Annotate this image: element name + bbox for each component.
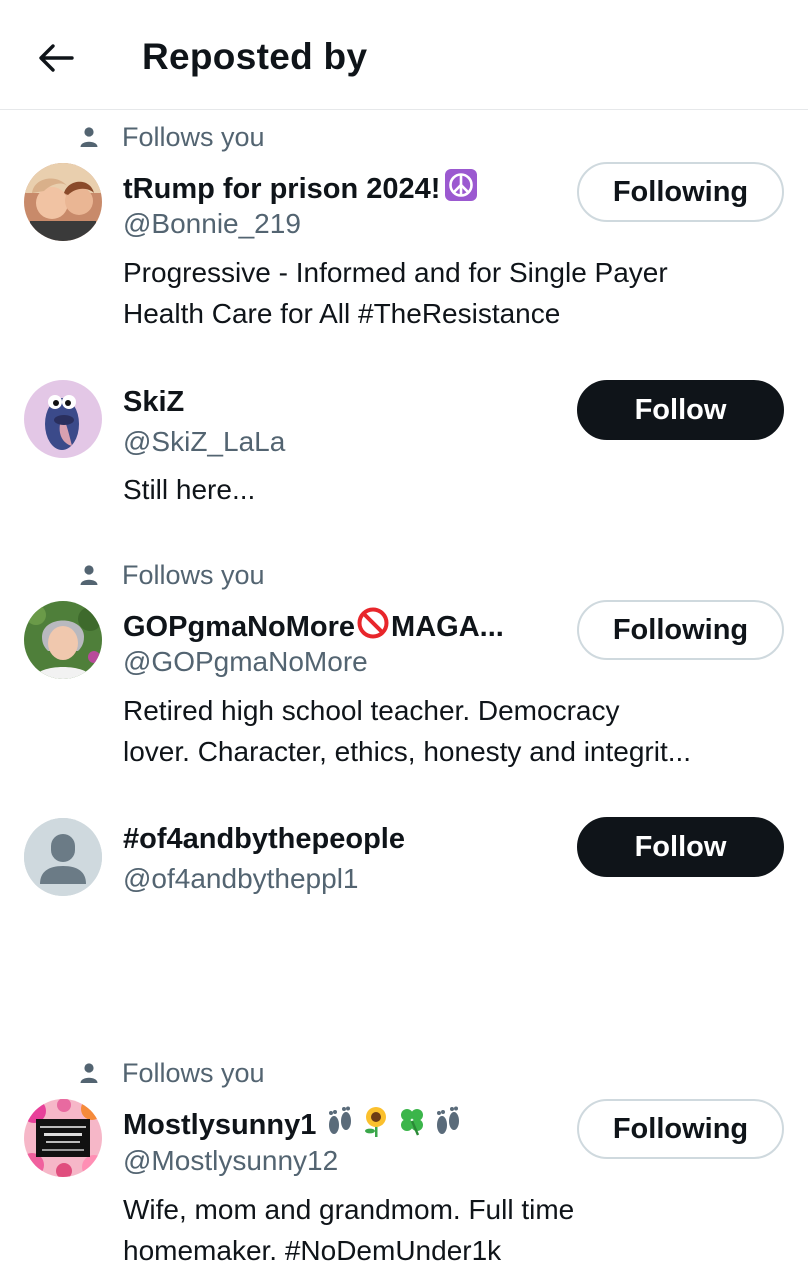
- user-bio: Progressive - Informed and for Single Pa…: [123, 257, 668, 329]
- follows-you-label: Follows you: [122, 559, 265, 590]
- user-row[interactable]: Follows you GOPgmaNoMore MAGA... @GOPgma…: [0, 549, 808, 769]
- display-name-text: #of4andbythepeople: [123, 823, 405, 855]
- avatar[interactable]: [24, 601, 102, 679]
- avatar[interactable]: [24, 163, 102, 241]
- following-button[interactable]: Following: [577, 1099, 784, 1159]
- follows-you-label: Follows you: [122, 121, 265, 152]
- username-handle: @Bonnie_219: [123, 208, 301, 239]
- username-handle: @SkiZ_LaLa: [123, 426, 286, 457]
- display-name[interactable]: Mostlysunny1: [123, 1105, 464, 1145]
- arrow-left-icon: [39, 44, 74, 72]
- username-handle: @Mostlysunny12: [123, 1145, 339, 1176]
- person-icon: [80, 565, 98, 585]
- display-name-text: tRump for prison 2024!: [123, 172, 441, 205]
- username-handle: @of4andbytheppl1: [123, 863, 359, 894]
- avatar[interactable]: [24, 1099, 102, 1177]
- back-button[interactable]: [24, 26, 88, 90]
- follow-button[interactable]: Follow: [577, 817, 784, 877]
- user-bio: Wife, mom and grandmom. Full time homema…: [123, 1194, 575, 1266]
- user-row[interactable]: Follows you Mostlysunny1 @Mostlysunny12 …: [0, 937, 808, 1266]
- footprints-icon: [324, 1105, 356, 1145]
- display-name[interactable]: SkiZ: [123, 386, 184, 419]
- page-title: Reposted by: [142, 36, 368, 77]
- username-handle: @GOPgmaNoMore: [123, 646, 368, 677]
- follows-you-indicator: Follows you: [78, 559, 265, 591]
- default-profile-icon: [24, 818, 102, 896]
- following-button[interactable]: Following: [577, 162, 784, 222]
- follows-you-indicator: Follows you: [78, 121, 265, 153]
- display-name[interactable]: GOPgmaNoMore MAGA...: [123, 606, 504, 648]
- display-name-text: SkiZ: [123, 386, 185, 418]
- follow-button[interactable]: Follow: [577, 380, 784, 440]
- display-name-text: GOPgmaNoMore: [123, 610, 356, 643]
- display-name-text: Mostlysunny1: [123, 1108, 317, 1141]
- sunflower-icon: [360, 1105, 392, 1145]
- default-avatar[interactable]: [24, 818, 102, 896]
- four-leaf-clover-icon: [396, 1105, 428, 1145]
- person-icon: [80, 1063, 98, 1083]
- display-name[interactable]: #of4andbythepeople: [123, 823, 405, 856]
- user-row[interactable]: Follows you tRump for prison 2024! @Bonn…: [0, 111, 808, 331]
- person-icon: [80, 127, 98, 147]
- follows-you-indicator: Follows you: [78, 1057, 265, 1089]
- peace-symbol-icon: [444, 168, 478, 210]
- user-row[interactable]: SkiZ @SkiZ_LaLa Still here... Follow: [0, 376, 808, 516]
- following-button[interactable]: Following: [577, 600, 784, 660]
- footprints-icon: [432, 1105, 464, 1145]
- display-name-suffix: MAGA...: [391, 610, 504, 643]
- follows-you-label: Follows you: [122, 1057, 265, 1088]
- user-bio: Retired high school teacher. Democracy l…: [123, 695, 692, 767]
- display-name[interactable]: tRump for prison 2024!: [123, 168, 478, 210]
- user-row[interactable]: #of4andbythepeople @of4andbytheppl1 Foll…: [0, 813, 808, 923]
- top-app-bar: Reposted by: [0, 0, 808, 110]
- user-bio: Still here...: [123, 474, 256, 505]
- avatar[interactable]: [24, 380, 102, 458]
- prohibited-icon: [356, 606, 390, 648]
